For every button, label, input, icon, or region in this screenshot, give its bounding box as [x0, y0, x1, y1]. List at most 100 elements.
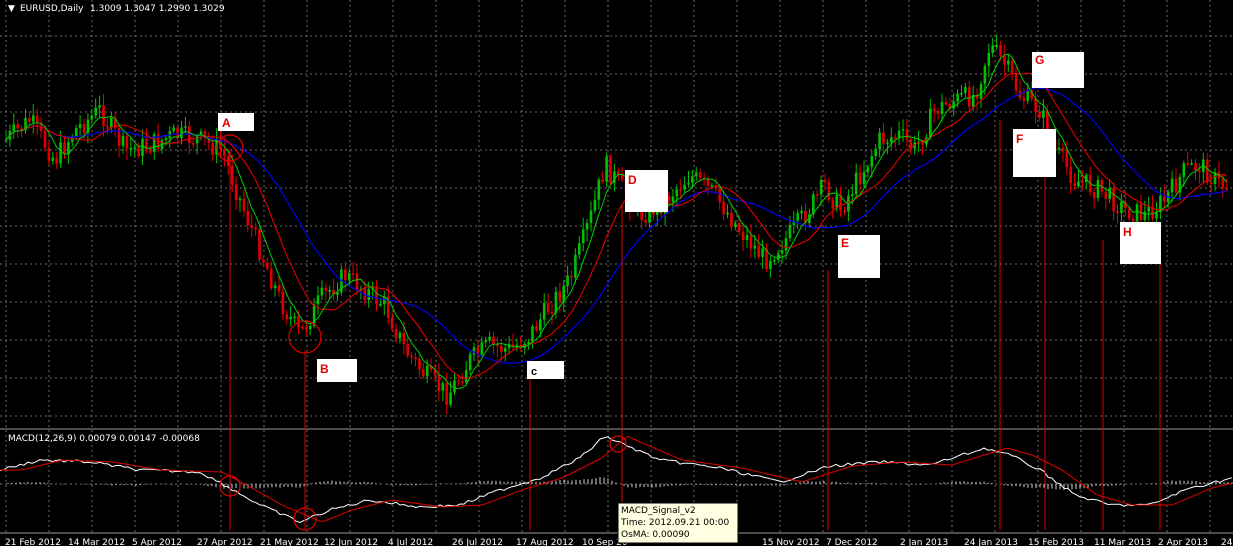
candle-body — [468, 354, 472, 371]
candle-body — [394, 328, 398, 339]
candle-body — [441, 383, 445, 391]
chart-window[interactable]: ▼ EURUSD,Daily 1.3009 1.3047 1.2990 1.30… — [0, 0, 1233, 546]
candle-body — [1174, 178, 1178, 193]
annotation-h: H — [1120, 222, 1161, 264]
candle-body — [851, 194, 854, 196]
candle-body — [737, 223, 741, 232]
candle-body — [55, 157, 58, 164]
candle-body — [250, 225, 253, 229]
candle-body — [870, 156, 874, 167]
candle-body — [4, 139, 8, 142]
candle-body — [554, 291, 558, 313]
candle-body — [593, 199, 597, 211]
candle-body — [289, 316, 292, 320]
candle-body — [757, 245, 760, 257]
candle-body — [28, 117, 31, 122]
candle-body — [266, 262, 269, 269]
candle-body — [503, 348, 507, 352]
candle-body — [831, 199, 835, 209]
candle-body — [605, 156, 608, 182]
svg-text:c: c — [531, 366, 537, 378]
candle-body — [445, 383, 448, 405]
candle-body — [51, 157, 55, 161]
candle-body — [110, 117, 113, 128]
chart-dropdown-icon[interactable]: ▼ — [8, 4, 15, 14]
candle-body — [406, 343, 409, 356]
candle-body — [1026, 90, 1030, 101]
candle-body — [921, 142, 924, 145]
candle-body — [617, 171, 620, 175]
candle-body — [328, 290, 331, 292]
candle-body — [578, 243, 581, 255]
candle-body — [999, 45, 1002, 56]
candle-body — [890, 137, 893, 143]
candle-body — [1096, 179, 1100, 198]
candle-body — [1225, 187, 1228, 190]
candle-body — [246, 210, 250, 226]
candle-body — [905, 129, 909, 140]
candle-body — [262, 259, 265, 263]
candle-body — [897, 130, 901, 138]
candle-body — [351, 273, 355, 275]
candle-body — [1007, 60, 1010, 65]
candle-body — [422, 369, 425, 377]
svg-text:D: D — [628, 173, 637, 187]
candle-body — [542, 303, 546, 320]
candle-body — [574, 254, 577, 278]
x-axis-tick-label: 2 Apr 2013 — [1158, 538, 1208, 546]
candle-body — [753, 245, 757, 249]
candle-body — [453, 380, 456, 393]
candle-body — [776, 253, 780, 260]
candle-body — [78, 123, 82, 128]
candle-body — [968, 86, 971, 107]
candle-body — [1081, 181, 1084, 184]
candle-body — [1182, 163, 1186, 177]
candle-body — [893, 137, 897, 139]
candle-body — [269, 268, 273, 289]
candle-body — [800, 210, 803, 214]
candle-body — [1221, 178, 1225, 188]
candle-body — [562, 285, 565, 302]
candle-body — [936, 110, 940, 115]
candle-body — [527, 341, 530, 344]
candle-body — [285, 314, 289, 320]
candle-body — [1198, 170, 1201, 173]
candle-body — [1065, 151, 1069, 168]
candle-body — [882, 132, 885, 144]
svg-text:B: B — [320, 362, 329, 376]
candle-body — [539, 319, 542, 331]
price-chart-svg[interactable]: ▼ EURUSD,Daily 1.3009 1.3047 1.2990 1.30… — [0, 0, 1233, 546]
candle-body — [979, 84, 983, 99]
candle-body — [141, 138, 144, 156]
x-axis-tick-label: 7 Dec 2012 — [826, 538, 878, 546]
candle-body — [956, 93, 959, 102]
candle-body — [1077, 181, 1080, 187]
candle-body — [531, 326, 534, 342]
candle-body — [964, 86, 967, 94]
annotation-b: B — [317, 359, 357, 382]
candle-body — [944, 101, 948, 105]
macd-main-line — [0, 436, 1233, 524]
candle-body — [698, 172, 702, 178]
annotation-c: c — [527, 361, 564, 379]
x-axis-tick-label: 26 Jul 2012 — [452, 538, 503, 546]
candle-body — [866, 166, 870, 172]
candle-body — [601, 179, 604, 182]
candle-body — [59, 142, 62, 164]
candle-body — [734, 223, 737, 227]
candle-body — [238, 198, 242, 201]
candle-body — [1194, 163, 1197, 171]
candle-body — [308, 325, 312, 330]
x-axis-tick-label: 11 Mar 2013 — [1094, 538, 1151, 546]
annotation-e: E — [838, 235, 880, 278]
candle-body — [414, 357, 417, 359]
candle-body — [324, 287, 328, 291]
candle-body — [671, 196, 675, 202]
candle-body — [164, 138, 168, 141]
candle-body — [94, 107, 97, 116]
candle-body — [932, 108, 936, 111]
candle-body — [784, 238, 788, 251]
svg-text:A: A — [222, 116, 231, 130]
candle-body — [589, 210, 593, 224]
candle-body — [367, 289, 370, 301]
